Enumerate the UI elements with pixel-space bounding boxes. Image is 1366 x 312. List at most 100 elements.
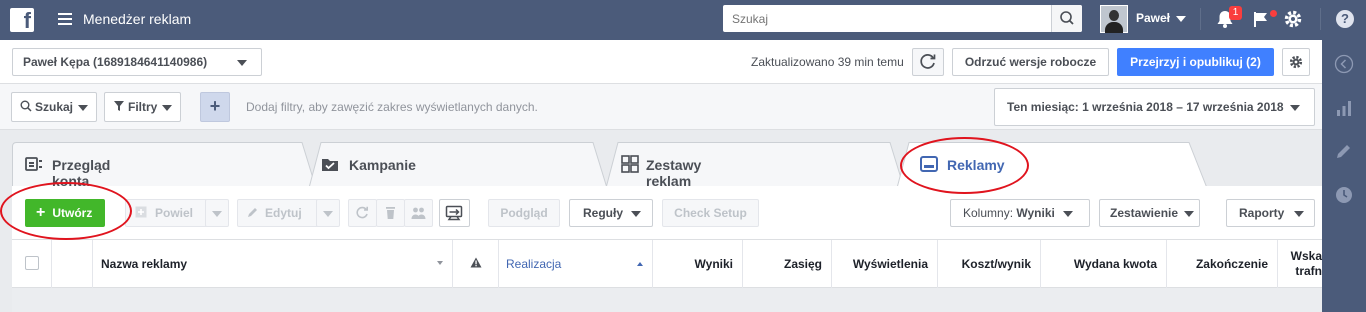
column-delivery[interactable]: Realizacja [499, 240, 653, 288]
refresh-button[interactable] [912, 48, 944, 76]
help-icon[interactable]: ? [1336, 10, 1354, 28]
edit-button[interactable]: Edytuj [237, 199, 328, 227]
chevron-down-icon [1290, 105, 1300, 111]
search-box[interactable] [723, 5, 1082, 32]
search-button[interactable] [1051, 5, 1082, 32]
column-reach[interactable]: Zasięg [743, 240, 832, 288]
create-button[interactable]: + Utwórz [25, 199, 106, 227]
reports-label: Raporty [1239, 206, 1285, 220]
pencil-icon [248, 208, 257, 217]
filter-bar: Szukaj Filtry + Dodaj filtry, aby zawęzi… [0, 84, 1322, 130]
column-impressions[interactable]: Wyświetlenia [832, 240, 938, 288]
people-icon [411, 207, 426, 219]
tab-label: Przegląd konta [52, 157, 111, 189]
avatar[interactable] [1100, 5, 1128, 33]
duplicate-dropdown[interactable] [205, 199, 229, 227]
column-amount-spent[interactable]: Wydana kwota [1041, 240, 1167, 288]
last-updated-text: Zaktualizowano 39 min temu [751, 55, 904, 69]
ad-sets-grid-icon [621, 155, 639, 173]
right-side-panel [1322, 40, 1366, 312]
tab-shape [897, 142, 1208, 188]
plus-icon: + [36, 204, 46, 221]
clock-icon[interactable] [1334, 185, 1354, 205]
rules-label: Reguły [583, 206, 624, 220]
account-selector[interactable]: Paweł Kępa (1689184641140986) [12, 48, 262, 76]
toggle-column [52, 240, 93, 288]
account-overview-icon [25, 157, 42, 171]
search-icon [20, 100, 32, 112]
column-cost-per-result[interactable]: Koszt/wynik [938, 240, 1041, 288]
columns-prefix: Kolumny: [963, 206, 1014, 220]
gear-icon[interactable] [1283, 9, 1303, 29]
chevron-down-icon [631, 210, 642, 217]
columns-value: Wyniki [1016, 206, 1055, 220]
tab-label: Reklamy [947, 157, 1005, 173]
search-filter-label: Szukaj [35, 100, 74, 114]
divider [1320, 8, 1321, 30]
filters-label: Filtry [128, 100, 158, 114]
columns-button[interactable]: Kolumny: Wyniki [950, 199, 1090, 227]
menu-icon[interactable] [58, 13, 72, 25]
account-name: Paweł Kępa (1689184641140986) [23, 55, 208, 69]
compare-icon [445, 205, 463, 221]
duplicate-button[interactable]: Powiel [125, 199, 217, 227]
account-bar: Paweł Kępa (1689184641140986) Odrzuć wer… [0, 40, 1322, 84]
search-filter-button[interactable]: Szukaj [11, 92, 98, 122]
ad-icon [920, 156, 938, 172]
refresh-icon [356, 206, 368, 219]
settings-button[interactable] [1282, 48, 1310, 76]
ads-table-panel: + Utwórz Powiel Edytuj Podgląd Reguły Che… [12, 186, 1322, 312]
add-filter-button[interactable]: + [200, 92, 230, 122]
chevron-down-icon[interactable] [1176, 16, 1186, 22]
chevron-down-icon [237, 60, 247, 66]
column-results[interactable]: Wyniki [653, 240, 743, 288]
discard-drafts-button[interactable]: Odrzuć wersje robocze [952, 48, 1109, 76]
column-warnings[interactable] [453, 240, 499, 288]
preview-button[interactable]: Podgląd [488, 199, 560, 227]
trash-icon [386, 207, 395, 219]
campaign-folder-icon [322, 159, 338, 171]
chevron-down-icon [1294, 210, 1305, 217]
chevron-down-icon [323, 210, 333, 217]
chevron-down-icon [212, 210, 222, 217]
filters-button[interactable]: Filtry [104, 92, 182, 122]
chart-icon[interactable] [1334, 98, 1354, 118]
filter-hint: Dodaj filtry, aby zawęzić zakres wyświet… [246, 100, 538, 114]
pencil-icon[interactable] [1334, 141, 1354, 161]
rules-button[interactable]: Reguły [569, 199, 653, 227]
divider [1200, 8, 1201, 30]
refresh-rows-button[interactable] [348, 199, 377, 227]
ab-test-button[interactable] [404, 199, 433, 227]
column-label: Realizacja [506, 257, 562, 271]
flag-icon[interactable] [1252, 10, 1270, 28]
sort-ascending-icon[interactable] [637, 262, 643, 266]
user-name[interactable]: Paweł [1136, 11, 1170, 25]
edit-dropdown[interactable] [316, 199, 340, 227]
chevron-down-icon [162, 104, 173, 111]
chevron-down-icon [1184, 210, 1195, 217]
facebook-logo-icon[interactable]: f [10, 8, 34, 33]
review-publish-button[interactable]: Przejrzyj i opublikuj (2) [1117, 48, 1274, 76]
column-relevance[interactable]: Wska trafn [1278, 240, 1322, 288]
column-end-date[interactable]: Zakończenie [1167, 240, 1278, 288]
sort-caret-icon[interactable] [437, 261, 443, 265]
breakdown-button[interactable]: Zestawienie [1099, 199, 1200, 227]
search-input[interactable] [723, 5, 1051, 32]
reports-button[interactable]: Raporty [1226, 199, 1315, 227]
column-ad-name[interactable]: Nazwa reklamy [93, 240, 453, 288]
notification-badge: 1 [1229, 6, 1242, 20]
refresh-icon [920, 54, 936, 69]
select-all-checkbox[interactable] [25, 256, 39, 270]
chevron-down-icon [78, 104, 89, 111]
delete-button[interactable] [376, 199, 405, 227]
date-range-selector[interactable]: Ten miesiąc: 1 września 2018 – 17 wrześn… [994, 88, 1315, 126]
collapse-left-icon[interactable] [1334, 54, 1354, 74]
compare-button[interactable] [439, 199, 470, 227]
table-toolbar: + Utwórz Powiel Edytuj Podgląd Reguły Che… [12, 186, 1322, 240]
column-label: Wska [1290, 249, 1322, 263]
check-setup-button[interactable]: Check Setup [662, 199, 759, 227]
top-bar: f Menedżer reklam Paweł 1 ? [0, 0, 1366, 40]
tab-label: Zestawy reklam [646, 157, 702, 189]
tab-label: Kampanie [349, 157, 416, 173]
search-icon [1060, 11, 1074, 25]
